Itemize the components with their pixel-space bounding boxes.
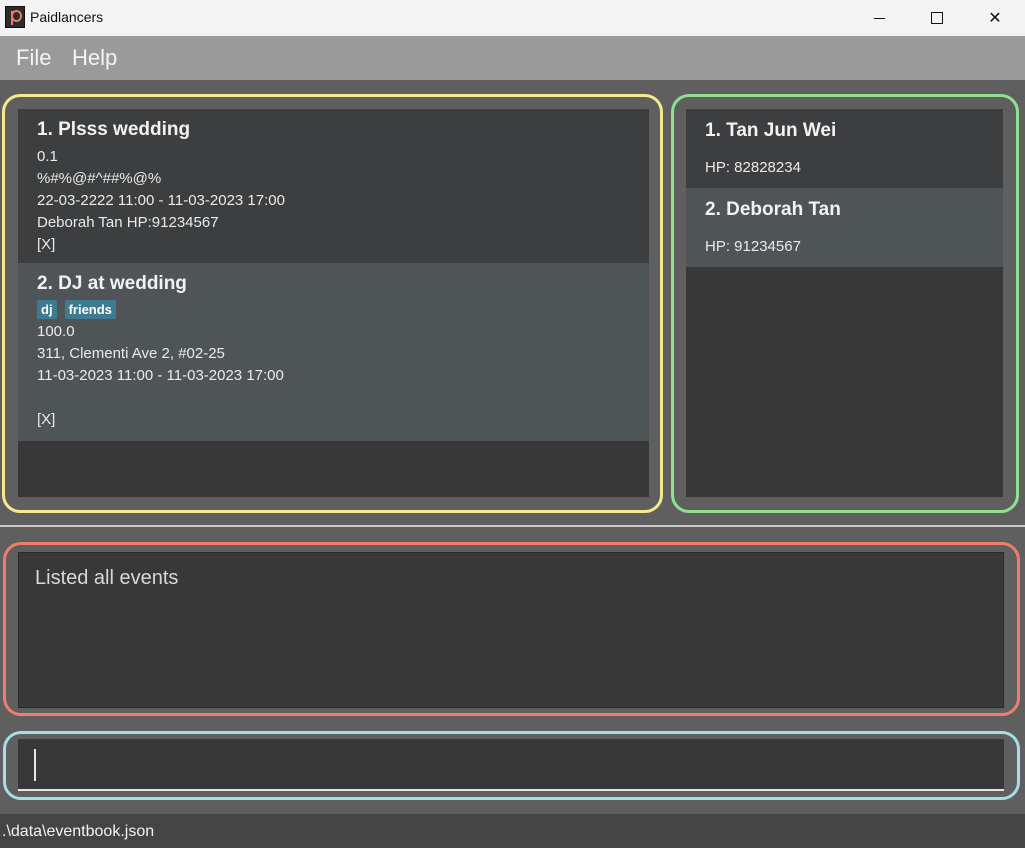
maximize-icon xyxy=(931,12,943,24)
menu-help[interactable]: Help xyxy=(72,45,117,71)
contact-phone: HP: 91234567 xyxy=(705,238,801,255)
event-list[interactable]: 1. Plsss wedding 0.1 %#%@#^##%@% 22-03-2… xyxy=(18,109,649,497)
tag-badge: dj xyxy=(37,300,57,319)
app-logo-icon xyxy=(5,6,25,28)
contact-card[interactable]: 2. Deborah Tan HP: 91234567 xyxy=(686,188,1003,267)
event-rate: 0.1 xyxy=(37,148,58,165)
event-title: 1. Plsss wedding xyxy=(37,119,191,140)
contact-phone: HP: 82828234 xyxy=(705,159,801,176)
menu-bar: File Help xyxy=(0,36,1025,80)
event-status: [X] xyxy=(37,236,56,253)
maximize-button[interactable] xyxy=(908,0,966,36)
status-bar: .\data\eventbook.json xyxy=(0,814,1025,848)
event-contact: Deborah Tan HP:91234567 xyxy=(37,214,219,231)
command-input[interactable] xyxy=(18,739,1004,791)
result-display: Listed all events xyxy=(18,552,1004,708)
event-card[interactable]: 2. DJ at wedding dj friends 100.0 311, C… xyxy=(18,263,649,441)
event-title: 2. DJ at wedding xyxy=(37,273,187,294)
close-button[interactable]: ✕ xyxy=(966,0,1024,36)
event-address: %#%@#^##%@% xyxy=(37,170,162,187)
title-bar: Paidlancers ✕ xyxy=(0,0,1025,36)
data-file-path: .\data\eventbook.json xyxy=(2,823,155,840)
window-title: Paidlancers xyxy=(30,9,104,25)
event-address: 311, Clementi Ave 2, #02-25 xyxy=(37,345,225,362)
tag-badge: friends xyxy=(64,300,116,319)
event-rate: 100.0 xyxy=(37,323,75,340)
panel-divider[interactable] xyxy=(0,525,1025,527)
contact-name: 2. Deborah Tan xyxy=(705,199,841,220)
result-message: Listed all events xyxy=(35,567,179,589)
event-time: 11-03-2023 11:00 - 11-03-2023 17:00 xyxy=(37,367,284,384)
contact-card[interactable]: 1. Tan Jun Wei HP: 82828234 xyxy=(686,109,1003,188)
contact-name: 1. Tan Jun Wei xyxy=(705,120,837,141)
event-card[interactable]: 1. Plsss wedding 0.1 %#%@#^##%@% 22-03-2… xyxy=(18,109,649,263)
event-contact xyxy=(37,387,630,409)
event-status: [X] xyxy=(37,411,56,428)
minimize-button[interactable] xyxy=(850,0,908,36)
text-caret xyxy=(34,749,36,781)
minimize-icon xyxy=(873,17,885,19)
close-icon: ✕ xyxy=(988,10,1002,27)
contact-list[interactable]: 1. Tan Jun Wei HP: 82828234 2. Deborah T… xyxy=(686,109,1003,497)
event-tags: dj friends xyxy=(37,300,630,319)
event-time: 22-03-2222 11:00 - 11-03-2023 17:00 xyxy=(37,192,285,209)
menu-file[interactable]: File xyxy=(16,45,51,71)
